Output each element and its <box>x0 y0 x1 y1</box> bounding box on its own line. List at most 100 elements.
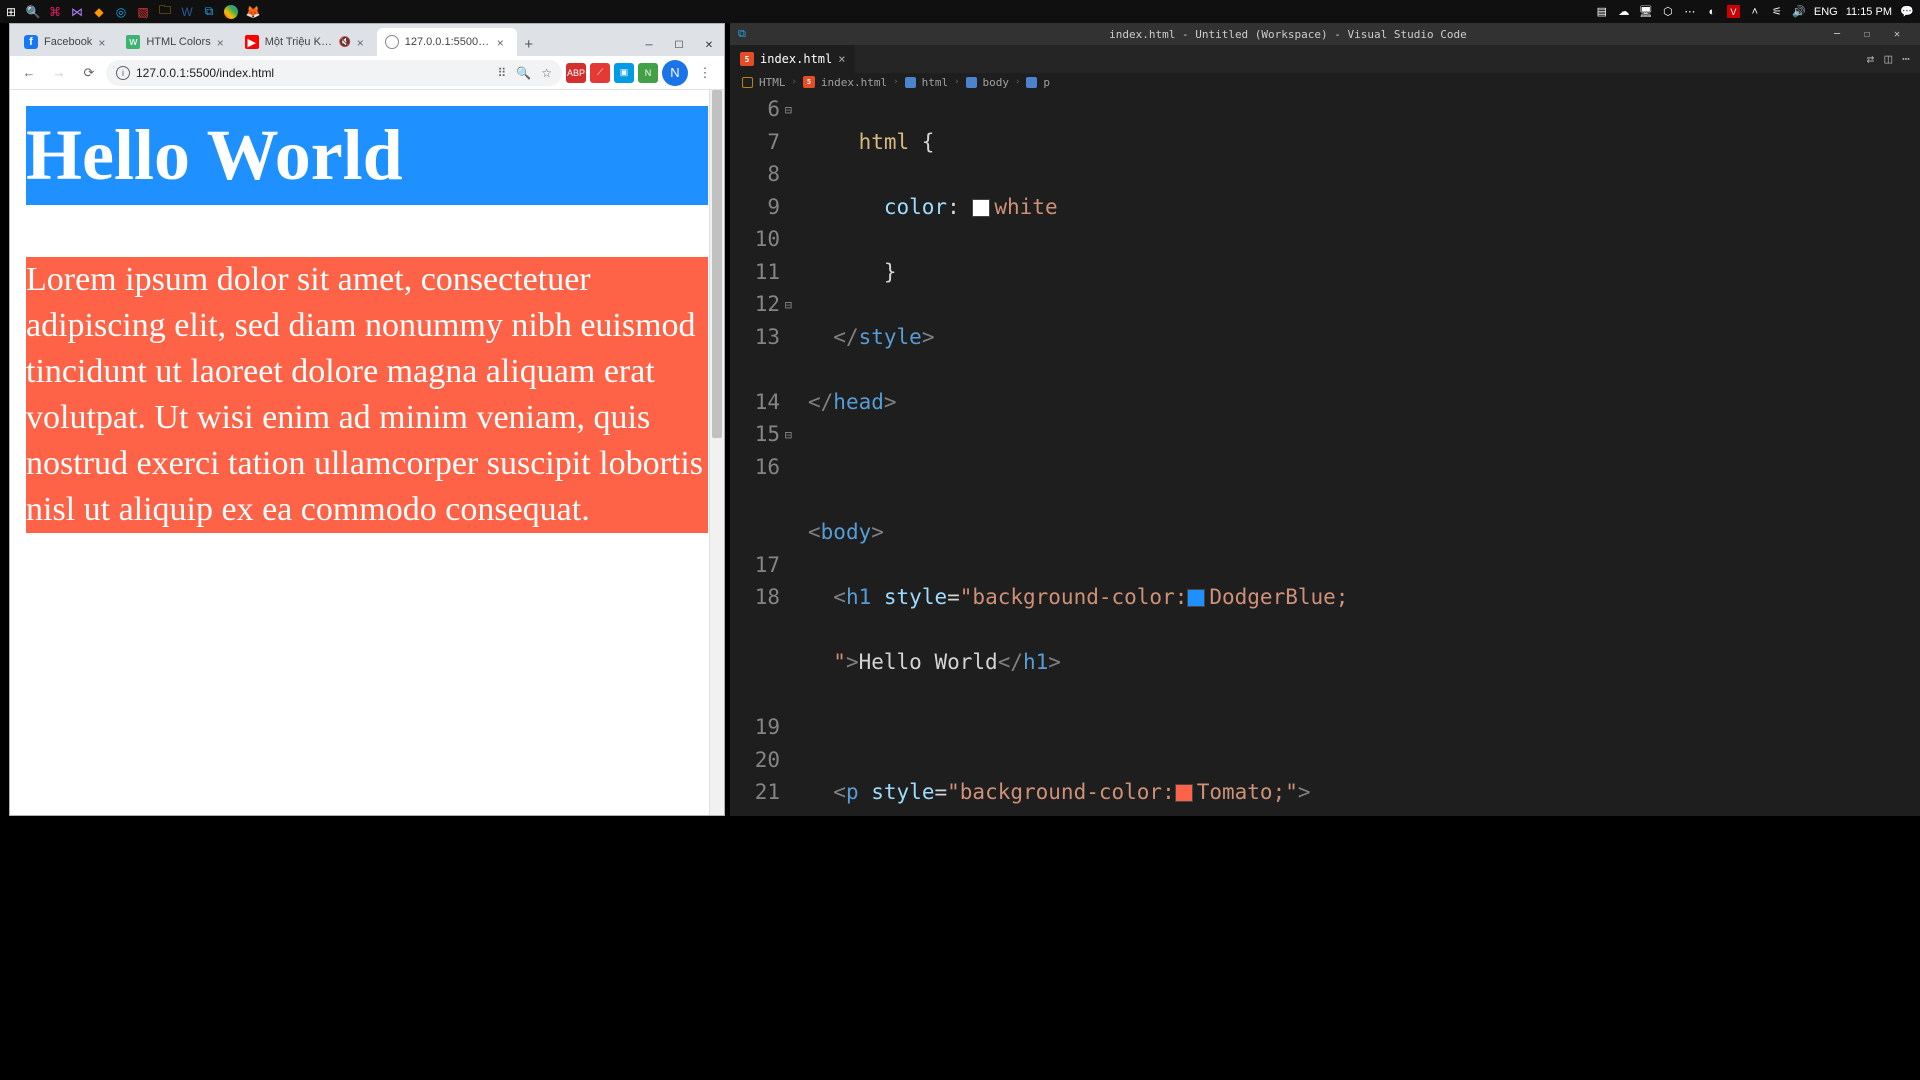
breadcrumb[interactable]: HTML › 5 index.html › html › body › p <box>730 73 1920 91</box>
mute-icon[interactable]: 🔇 <box>339 37 351 48</box>
fold-icon[interactable]: ⊟ <box>782 101 792 111</box>
breadcrumb-item[interactable]: html <box>922 76 949 89</box>
translate-icon[interactable]: ⠿ <box>497 66 506 80</box>
tray-icon[interactable]: 🖥 <box>1639 5 1653 19</box>
tab-label: 127.0.0.1:5500/index. <box>405 36 491 48</box>
chrome-viewport[interactable]: Hello World Lorem ipsum dolor sit amet, … <box>10 90 724 815</box>
reload-button[interactable]: ⟳ <box>76 60 102 86</box>
search-icon[interactable]: 🔍 <box>22 1 44 23</box>
editor-tab-index-html[interactable]: 5 index.html × <box>730 45 855 73</box>
close-icon[interactable]: × <box>497 36 509 48</box>
breadcrumb-item[interactable]: HTML <box>759 76 786 89</box>
taskbar-app-files[interactable]: 🗀 <box>154 1 176 23</box>
ext-icon[interactable]: ▣ <box>614 63 634 83</box>
tray-chevron-up-icon[interactable]: ˄ <box>1748 5 1762 19</box>
scrollbar-vertical[interactable] <box>709 90 724 815</box>
address-text: 127.0.0.1:5500/index.html <box>136 66 274 80</box>
element-icon <box>966 77 977 88</box>
vscode-title: index.html - Untitled (Workspace) - Visu… <box>754 28 1822 41</box>
tray-volume-icon[interactable]: 🔊 <box>1792 5 1806 19</box>
chrome-tab-localhost[interactable]: 127.0.0.1:5500/index. × <box>377 28 517 56</box>
close-icon[interactable]: × <box>838 52 845 66</box>
chrome-tab-strip: f Facebook × w HTML Colors × ▶ Một Triệu… <box>10 24 724 56</box>
taskbar-app-chrome[interactable] <box>224 5 238 19</box>
tray-notifications-icon[interactable]: 💬 <box>1900 5 1914 19</box>
html5-icon: 5 <box>740 52 754 66</box>
bookmark-icon[interactable]: ☆ <box>541 66 552 80</box>
taskbar-app-2[interactable]: ◆ <box>88 1 110 23</box>
color-swatch-icon <box>972 199 990 217</box>
split-editor-icon[interactable]: ◫ <box>1884 52 1892 67</box>
code-content[interactable]: html { color: white } </style> </head> <… <box>790 91 1920 816</box>
profile-avatar[interactable]: N <box>662 60 688 86</box>
taskbar-app-vscode[interactable]: ⧉ <box>198 1 220 23</box>
chrome-tab-youtube[interactable]: ▶ Một Triệu Khả N 🔇 × <box>237 28 377 56</box>
close-icon[interactable]: × <box>98 36 110 48</box>
ext-abp-icon[interactable]: ABP <box>566 63 586 83</box>
ext-icon[interactable]: N <box>638 63 658 83</box>
vscode-logo-icon: ⧉ <box>738 27 746 41</box>
chevron-right-icon: › <box>893 77 898 87</box>
facebook-icon: f <box>24 35 38 49</box>
minimize-button[interactable]: ─ <box>634 34 664 56</box>
ext-icon[interactable]: ⟋ <box>590 63 610 83</box>
tray-onedrive-icon[interactable]: ☁ <box>1617 5 1631 19</box>
vscode-window: ⧉ index.html - Untitled (Workspace) - Vi… <box>730 23 1920 816</box>
tray-clock[interactable]: 11:15 PM <box>1846 6 1892 18</box>
taskbar-app-vs[interactable]: ⋈ <box>66 1 88 23</box>
fold-icon[interactable]: ⊟ <box>782 296 792 306</box>
close-button[interactable]: ✕ <box>1882 23 1912 45</box>
maximize-button[interactable]: ☐ <box>664 34 694 56</box>
vscode-tab-bar: 5 index.html × ⇄ ◫ ⋯ <box>730 45 1920 73</box>
window-controls: ─ ☐ ✕ <box>1822 23 1912 45</box>
tray-icon[interactable]: ⋯ <box>1683 5 1697 19</box>
tab-label: Facebook <box>44 36 92 48</box>
chrome-tab-htmlcolors[interactable]: w HTML Colors × <box>118 28 236 56</box>
start-button[interactable]: ⊞ <box>0 1 22 23</box>
scrollbar-thumb[interactable] <box>712 90 722 438</box>
close-icon[interactable]: × <box>357 36 369 48</box>
taskbar-app-1[interactable]: ⌘ <box>44 1 66 23</box>
chevron-right-icon: › <box>1015 77 1020 87</box>
line-gutter: 6⊟ 7 8 9 10 11 12⊟ 13 14 15⊟ 16 17 18 19… <box>730 91 790 816</box>
forward-button[interactable]: → <box>46 60 72 86</box>
color-swatch-icon <box>1187 589 1205 607</box>
youtube-icon: ▶ <box>245 35 259 49</box>
close-button[interactable]: ✕ <box>694 34 724 56</box>
tray-language[interactable]: ENG <box>1814 6 1838 18</box>
tray-icon[interactable]: ◐ <box>1705 5 1719 19</box>
taskbar-app-4[interactable]: ▧ <box>132 1 154 23</box>
zoom-icon[interactable]: 🔍 <box>516 66 531 80</box>
tray-icon[interactable]: V <box>1727 5 1740 18</box>
code-editor[interactable]: 6⊟ 7 8 9 10 11 12⊟ 13 14 15⊟ 16 17 18 19… <box>730 91 1920 816</box>
page-paragraph: Lorem ipsum dolor sit amet, consectetuer… <box>26 257 708 532</box>
address-bar[interactable]: i 127.0.0.1:5500/index.html ⠿ 🔍 ☆ <box>106 60 562 86</box>
tray-icon[interactable]: ⬡ <box>1661 5 1675 19</box>
site-info-icon[interactable]: i <box>116 66 130 80</box>
page-icon <box>385 35 399 49</box>
menu-button[interactable]: ⋮ <box>692 60 718 86</box>
element-icon <box>905 77 916 88</box>
color-swatch-icon <box>1175 784 1193 802</box>
breadcrumb-item[interactable]: index.html <box>821 76 887 89</box>
compare-icon[interactable]: ⇄ <box>1867 52 1875 67</box>
new-tab-button[interactable]: + <box>517 32 541 56</box>
back-button[interactable]: ← <box>16 60 42 86</box>
fold-icon[interactable]: ⊟ <box>782 426 792 436</box>
taskbar-app-3[interactable]: ◎ <box>110 1 132 23</box>
more-icon[interactable]: ⋯ <box>1902 52 1910 67</box>
w3-icon: w <box>126 35 140 49</box>
element-icon <box>1026 77 1037 88</box>
close-icon[interactable]: × <box>217 36 229 48</box>
minimize-button[interactable]: ─ <box>1822 23 1852 45</box>
tray-wifi-icon[interactable]: ⚟ <box>1770 5 1784 19</box>
tray-icon[interactable]: ▤ <box>1595 5 1609 19</box>
maximize-button[interactable]: ☐ <box>1852 23 1882 45</box>
taskbar-app-word[interactable]: W <box>176 1 198 23</box>
chrome-tab-facebook[interactable]: f Facebook × <box>16 28 118 56</box>
breadcrumb-item[interactable]: body <box>983 76 1010 89</box>
tab-label: Một Triệu Khả N <box>265 36 333 48</box>
vscode-titlebar: ⧉ index.html - Untitled (Workspace) - Vi… <box>730 23 1920 45</box>
breadcrumb-item[interactable]: p <box>1043 76 1050 89</box>
taskbar-app-firefox[interactable]: 🦊 <box>242 1 264 23</box>
